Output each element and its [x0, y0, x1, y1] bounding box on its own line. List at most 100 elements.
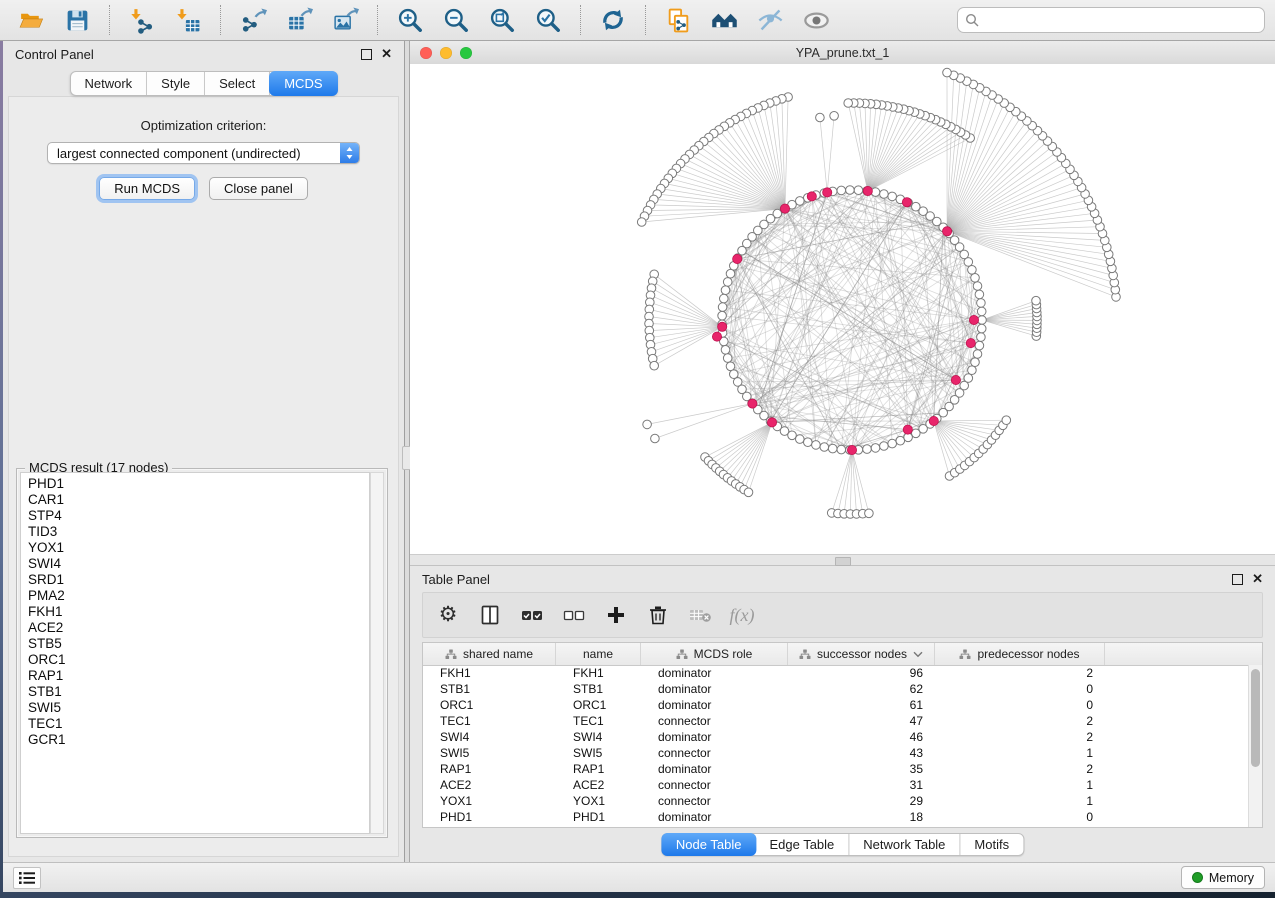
network-node[interactable]: [943, 68, 952, 77]
network-node[interactable]: [854, 186, 863, 195]
network-node[interactable]: [977, 324, 986, 333]
tab-node-table[interactable]: Node Table: [661, 833, 757, 856]
mcds-dominator-node[interactable]: [807, 192, 816, 201]
tab-mcds[interactable]: MCDS: [269, 71, 337, 96]
column-header-name[interactable]: name: [556, 643, 641, 665]
network-node[interactable]: [718, 303, 727, 312]
zoom-out-button[interactable]: [435, 4, 477, 36]
network-node[interactable]: [804, 438, 813, 447]
select-all-button[interactable]: [519, 602, 545, 628]
network-node[interactable]: [723, 354, 732, 363]
network-canvas[interactable]: [410, 64, 1275, 554]
network-node[interactable]: [971, 358, 980, 367]
network-node[interactable]: [828, 444, 837, 453]
column-header-predecessor-nodes[interactable]: predecessor nodes: [935, 643, 1105, 665]
mcds-dominator-node[interactable]: [718, 322, 727, 331]
export-image-button[interactable]: [324, 4, 366, 36]
table-scrollbar[interactable]: [1248, 665, 1262, 827]
column-header-mcds-role[interactable]: MCDS role: [641, 643, 788, 665]
show-columns-button[interactable]: [477, 602, 503, 628]
network-node[interactable]: [888, 439, 897, 448]
mcds-result-item[interactable]: YOX1: [21, 540, 369, 556]
zoom-selected-button[interactable]: [527, 4, 569, 36]
mcds-dominator-node[interactable]: [943, 227, 952, 236]
network-node[interactable]: [721, 346, 730, 355]
network-node[interactable]: [973, 350, 982, 359]
node-table[interactable]: shared namenameMCDS rolesuccessor nodesp…: [422, 642, 1263, 828]
network-node[interactable]: [863, 445, 872, 454]
table-row[interactable]: SWI4SWI4dominator462: [423, 729, 1248, 745]
mcds-result-scrollbar[interactable]: [370, 472, 384, 834]
network-node[interactable]: [971, 274, 980, 283]
mcds-dominator-node[interactable]: [733, 254, 742, 263]
memory-button[interactable]: Memory: [1181, 866, 1265, 889]
mcds-dominator-node[interactable]: [863, 186, 872, 195]
network-node[interactable]: [977, 333, 986, 342]
close-panel-button[interactable]: Close panel: [209, 177, 308, 200]
network-node[interactable]: [880, 190, 889, 199]
mcds-dominator-node[interactable]: [780, 204, 789, 213]
network-node[interactable]: [812, 441, 821, 450]
close-panel-icon[interactable]: ✕: [1252, 574, 1263, 584]
network-graph[interactable]: [410, 64, 1275, 554]
network-node[interactable]: [726, 269, 735, 278]
table-row[interactable]: PHD1PHD1dominator180: [423, 809, 1248, 825]
float-panel-icon[interactable]: [361, 49, 372, 60]
show-all-button[interactable]: [795, 4, 837, 36]
mcds-result-item[interactable]: PMA2: [21, 588, 369, 604]
network-node[interactable]: [726, 362, 735, 371]
table-settings-button[interactable]: ⚙: [435, 602, 461, 628]
mcds-result-list[interactable]: PHD1CAR1STP4TID3YOX1SWI4SRD1PMA2FKH1ACE2…: [20, 472, 370, 834]
mcds-result-item[interactable]: ORC1: [21, 652, 369, 668]
close-panel-icon[interactable]: ✕: [381, 49, 392, 59]
table-row[interactable]: ORC1ORC1dominator610: [423, 697, 1248, 713]
first-neighbors-button[interactable]: [703, 4, 745, 36]
network-node[interactable]: [975, 290, 984, 299]
mcds-result-item[interactable]: CAR1: [21, 492, 369, 508]
mcds-result-item[interactable]: TEC1: [21, 716, 369, 732]
tab-edge-table[interactable]: Edge Table: [755, 834, 849, 855]
network-node[interactable]: [977, 307, 986, 316]
zoom-fit-button[interactable]: [481, 4, 523, 36]
mcds-result-item[interactable]: RAP1: [21, 668, 369, 684]
mcds-result-item[interactable]: TID3: [21, 524, 369, 540]
network-node[interactable]: [816, 113, 825, 122]
horizontal-splitter[interactable]: [410, 554, 1275, 566]
mcds-dominator-node[interactable]: [966, 339, 975, 348]
import-network-button[interactable]: [121, 4, 163, 36]
network-node[interactable]: [643, 420, 652, 429]
network-node[interactable]: [846, 186, 855, 195]
mcds-result-item[interactable]: STP4: [21, 508, 369, 524]
network-node[interactable]: [721, 286, 730, 295]
network-node[interactable]: [964, 374, 973, 383]
column-header-successor-nodes[interactable]: successor nodes: [788, 643, 935, 665]
network-node[interactable]: [830, 112, 839, 121]
mcds-result-item[interactable]: STB1: [21, 684, 369, 700]
tab-select[interactable]: Select: [205, 72, 270, 95]
table-row[interactable]: TEC1TEC1connector472: [423, 713, 1248, 729]
network-node[interactable]: [973, 282, 982, 291]
run-mcds-button[interactable]: Run MCDS: [99, 177, 195, 200]
mcds-dominator-node[interactable]: [902, 198, 911, 207]
mcds-dominator-node[interactable]: [969, 315, 978, 324]
network-node[interactable]: [723, 278, 732, 287]
delete-column-button[interactable]: [645, 602, 671, 628]
tab-network-table[interactable]: Network Table: [849, 834, 960, 855]
mcds-dominator-node[interactable]: [823, 188, 832, 197]
network-node[interactable]: [720, 294, 729, 303]
network-node[interactable]: [1002, 416, 1011, 425]
export-table-button[interactable]: [278, 4, 320, 36]
network-node[interactable]: [637, 218, 646, 227]
mcds-result-item[interactable]: FKH1: [21, 604, 369, 620]
import-table-button[interactable]: [167, 4, 209, 36]
network-node[interactable]: [837, 186, 846, 195]
mcds-result-item[interactable]: SWI5: [21, 700, 369, 716]
zoom-in-button[interactable]: [389, 4, 431, 36]
tab-style[interactable]: Style: [147, 72, 205, 95]
mcds-dominator-node[interactable]: [951, 375, 960, 384]
tab-network[interactable]: Network: [70, 72, 147, 95]
network-node[interactable]: [977, 299, 986, 308]
network-node[interactable]: [837, 445, 846, 454]
network-node[interactable]: [880, 442, 889, 451]
add-column-button[interactable]: [603, 602, 629, 628]
